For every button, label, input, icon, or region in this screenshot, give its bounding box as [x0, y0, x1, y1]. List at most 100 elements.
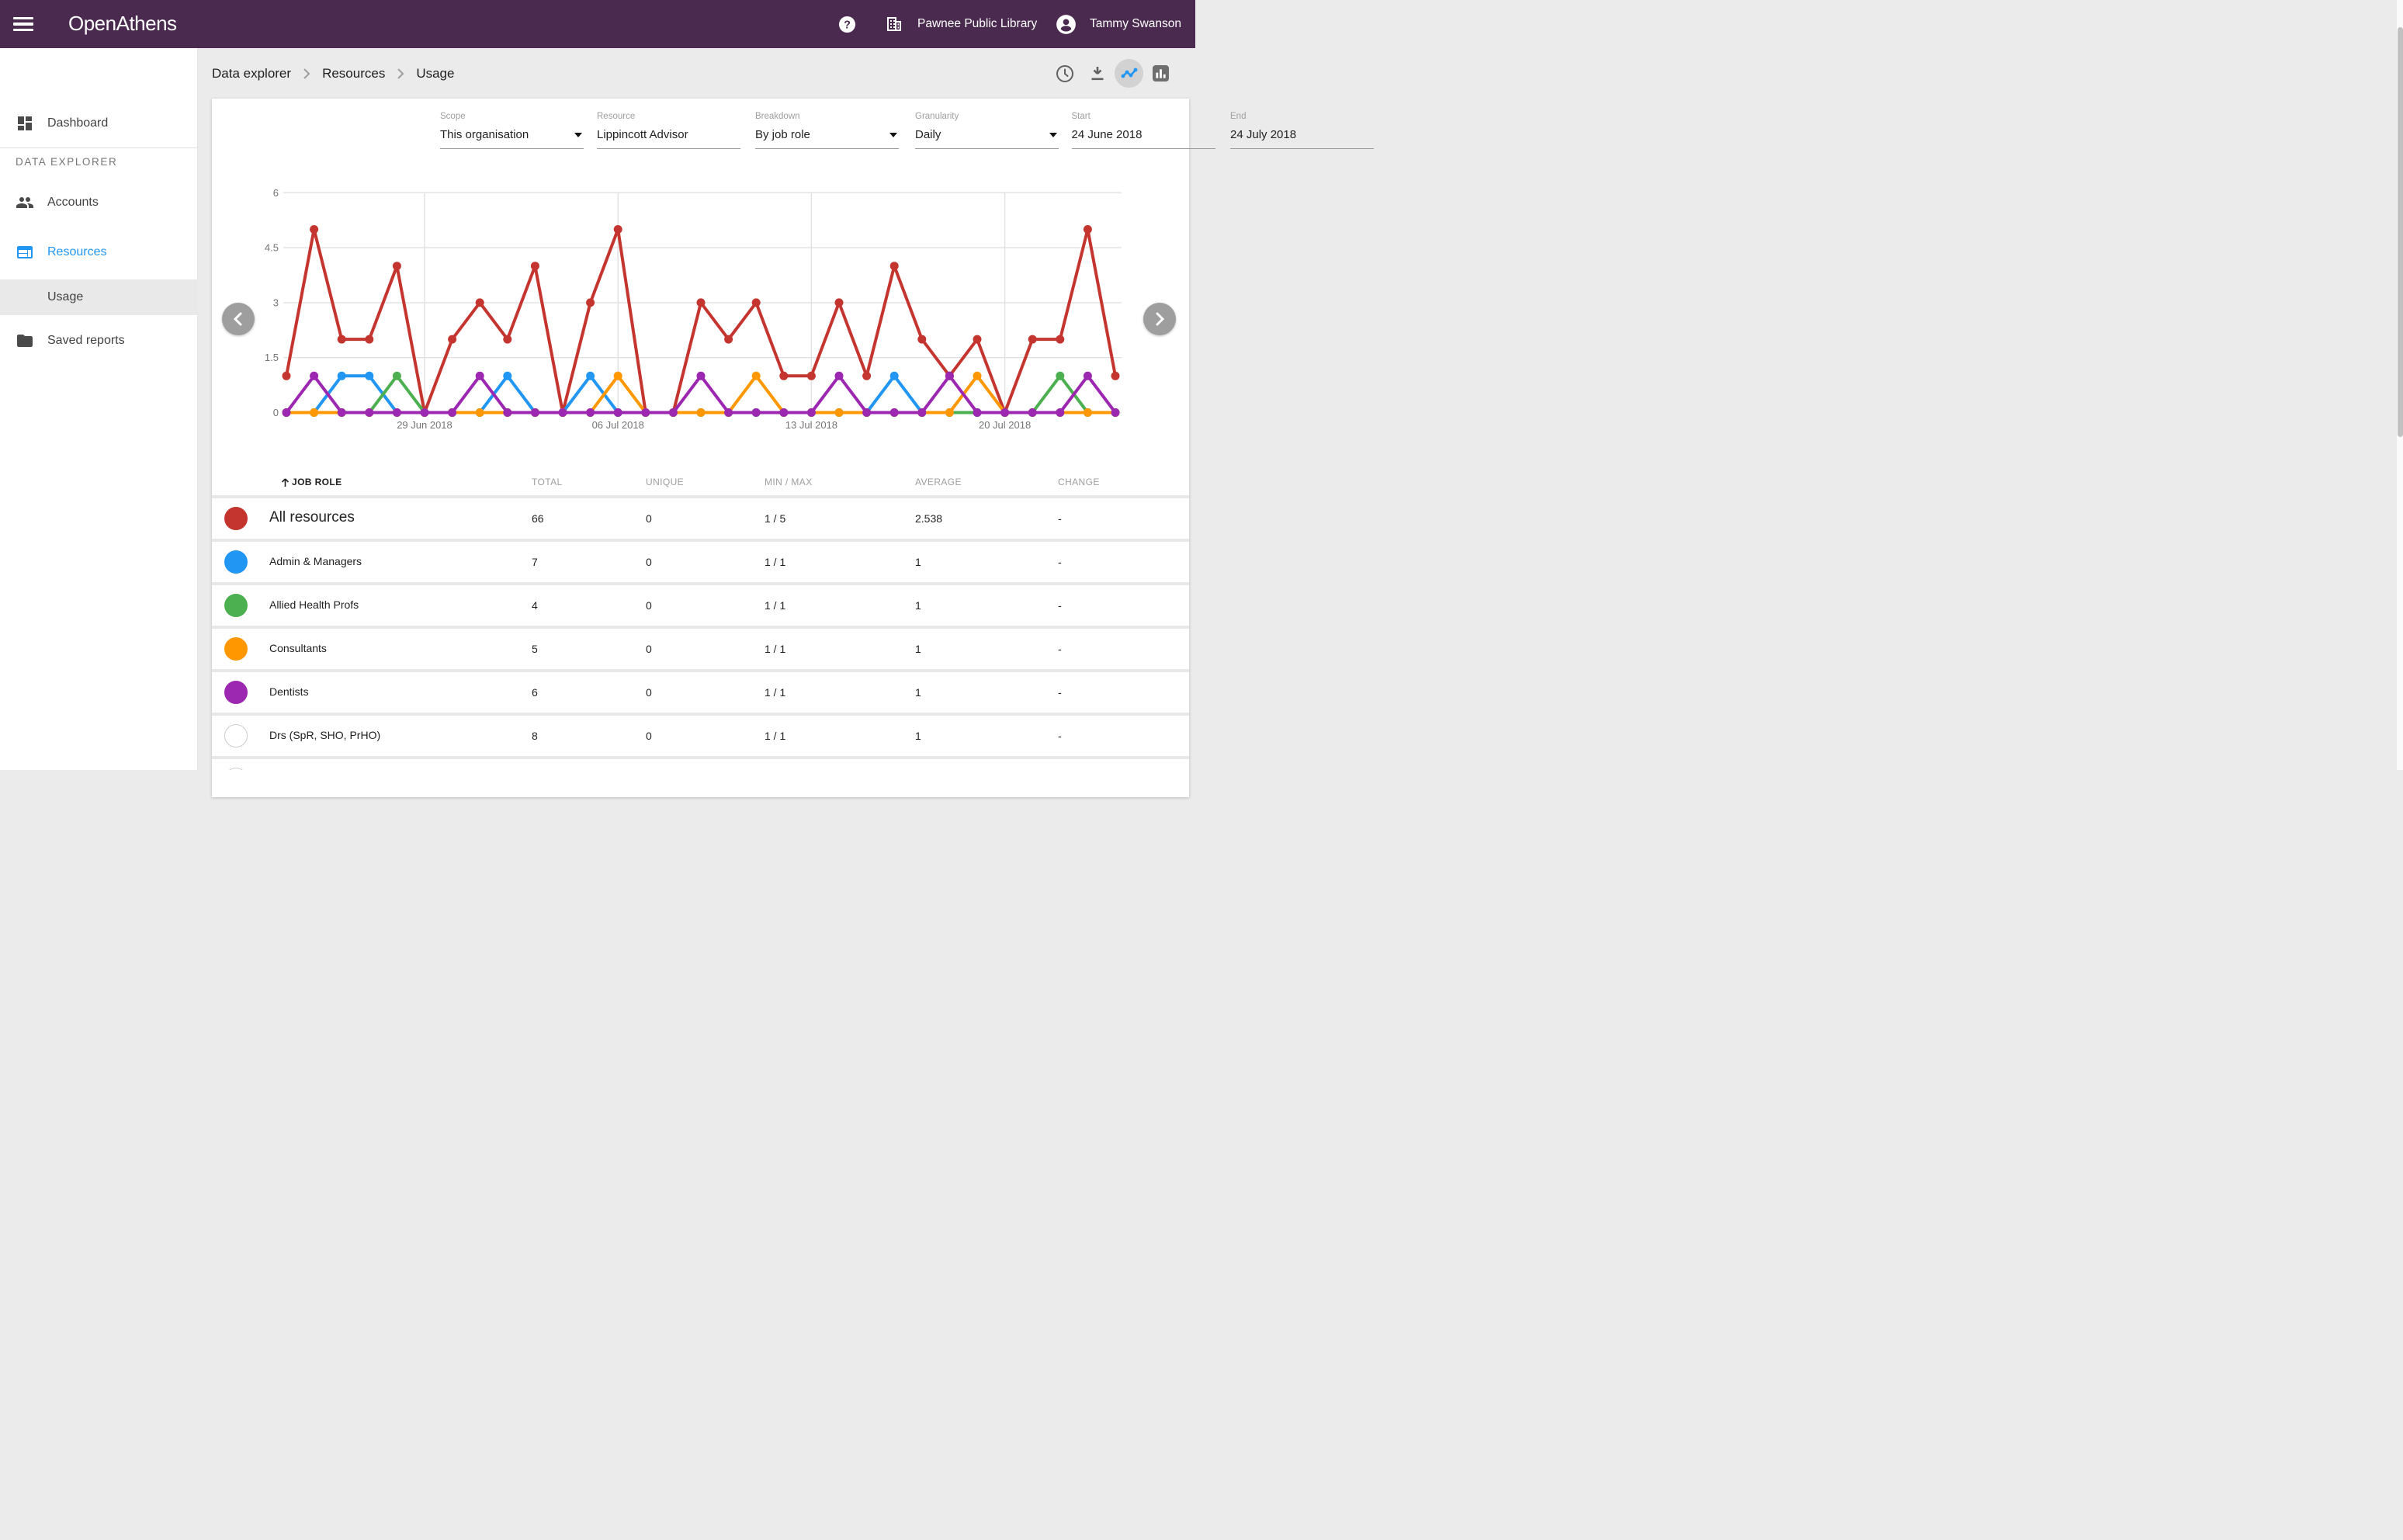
- chart-point-series-4[interactable]: [503, 408, 511, 417]
- column-header-change[interactable]: CHANGE: [1058, 477, 1100, 487]
- sidebar-item-dashboard[interactable]: Dashboard: [0, 106, 198, 141]
- chart-point-series-0[interactable]: [1028, 335, 1037, 344]
- chart-point-series-4[interactable]: [421, 408, 429, 417]
- chart-point-series-0[interactable]: [917, 335, 926, 344]
- chart-point-series-0[interactable]: [476, 298, 484, 307]
- table-row[interactable]: Allied Health Profs401 / 11-: [212, 585, 1189, 626]
- chart-point-series-4[interactable]: [917, 408, 926, 417]
- chart-point-series-3[interactable]: [945, 408, 954, 417]
- chart-point-series-0[interactable]: [724, 335, 733, 344]
- table-row[interactable]: All resources6601 / 52.538-: [212, 498, 1189, 539]
- chart-point-series-4[interactable]: [945, 372, 954, 380]
- chart-point-series-4[interactable]: [310, 372, 318, 380]
- chart-point-series-4[interactable]: [338, 408, 346, 417]
- chart-point-series-4[interactable]: [1084, 372, 1092, 380]
- chart-point-series-4[interactable]: [283, 408, 291, 417]
- chart-point-series-0[interactable]: [614, 225, 622, 234]
- chart-point-series-4[interactable]: [641, 408, 650, 417]
- chart-point-series-0[interactable]: [807, 372, 816, 380]
- help-button[interactable]: ?: [838, 0, 856, 48]
- chart-point-series-0[interactable]: [779, 372, 788, 380]
- table-row[interactable]: Drs (SpR, SHO, PrHO)801 / 11-: [212, 716, 1189, 756]
- chart-point-series-4[interactable]: [1000, 408, 1009, 417]
- chart-point-series-4[interactable]: [365, 408, 373, 417]
- chart-point-series-0[interactable]: [283, 372, 291, 380]
- column-header-min-max[interactable]: MIN / MAX: [765, 477, 813, 487]
- column-header-unique[interactable]: UNIQUE: [646, 477, 684, 487]
- chart-point-series-3[interactable]: [476, 408, 484, 417]
- breadcrumb-resources[interactable]: Resources: [322, 66, 385, 82]
- chart-point-series-4[interactable]: [752, 408, 761, 417]
- history-button[interactable]: [1056, 48, 1074, 99]
- chart-point-series-4[interactable]: [476, 372, 484, 380]
- chart-prev-button[interactable]: [222, 303, 255, 335]
- user-name[interactable]: Tammy Swanson: [1090, 0, 1181, 48]
- menu-icon[interactable]: [13, 17, 33, 31]
- chart-point-series-0[interactable]: [1111, 372, 1120, 380]
- sidebar-item-resources[interactable]: Resources: [0, 234, 198, 270]
- table-row[interactable]: Admin & Managers701 / 11-: [212, 542, 1189, 582]
- column-header-average[interactable]: AVERAGE: [915, 477, 962, 487]
- chart-point-series-3[interactable]: [1084, 408, 1092, 417]
- end-date-input[interactable]: 24 July 2018: [1230, 128, 1374, 149]
- chart-point-series-4[interactable]: [779, 408, 788, 417]
- chart-point-series-4[interactable]: [1111, 408, 1120, 417]
- chart-point-series-3[interactable]: [835, 408, 844, 417]
- chart-point-series-3[interactable]: [973, 372, 982, 380]
- chart-point-series-1[interactable]: [586, 372, 595, 380]
- chart-point-series-4[interactable]: [697, 372, 706, 380]
- bar-chart-view-button[interactable]: [1153, 48, 1169, 99]
- chart-point-series-3[interactable]: [752, 372, 761, 380]
- organisation-name[interactable]: Pawnee Public Library: [917, 0, 1037, 48]
- chart-point-series-4[interactable]: [1056, 408, 1064, 417]
- chart-point-series-4[interactable]: [890, 408, 899, 417]
- chart-point-series-0[interactable]: [1056, 335, 1064, 344]
- table-row[interactable]: Dentists601 / 11-: [212, 672, 1189, 713]
- sidebar-item-usage[interactable]: Usage: [0, 279, 198, 315]
- chart-point-series-4[interactable]: [973, 408, 982, 417]
- table-row[interactable]: Consultants501 / 11-: [212, 629, 1189, 669]
- sidebar-item-saved-reports[interactable]: Saved reports: [0, 323, 198, 359]
- breadcrumb-usage[interactable]: Usage: [416, 66, 454, 82]
- chart-point-series-0[interactable]: [1084, 225, 1092, 234]
- chart-point-series-1[interactable]: [338, 372, 346, 380]
- chart-point-series-3[interactable]: [310, 408, 318, 417]
- line-chart-view-button[interactable]: [1115, 48, 1143, 99]
- chart-point-series-0[interactable]: [835, 298, 844, 307]
- chart-point-series-0[interactable]: [365, 335, 373, 344]
- chart-point-series-2[interactable]: [1056, 372, 1064, 380]
- usage-line-chart[interactable]: 01.534.5629 Jun 201806 Jul 201813 Jul 20…: [212, 179, 1189, 446]
- chart-point-series-4[interactable]: [862, 408, 871, 417]
- download-button[interactable]: [1088, 48, 1107, 99]
- chart-point-series-1[interactable]: [503, 372, 511, 380]
- chart-point-series-4[interactable]: [724, 408, 733, 417]
- chart-next-button[interactable]: [1143, 303, 1176, 335]
- chart-point-series-0[interactable]: [586, 298, 595, 307]
- chart-point-series-0[interactable]: [862, 372, 871, 380]
- granularity-select[interactable]: Daily: [915, 128, 1059, 149]
- chart-point-series-4[interactable]: [1028, 408, 1037, 417]
- chart-point-series-2[interactable]: [393, 372, 401, 380]
- chart-point-series-0[interactable]: [531, 262, 539, 270]
- chart-point-series-0[interactable]: [697, 298, 706, 307]
- user-menu[interactable]: [1056, 0, 1077, 48]
- chart-point-series-4[interactable]: [393, 408, 401, 417]
- resource-input[interactable]: Lippincott Advisor: [597, 128, 740, 149]
- start-date-input[interactable]: 24 June 2018: [1072, 128, 1215, 149]
- chart-point-series-4[interactable]: [559, 408, 567, 417]
- column-header-job-role[interactable]: JOB ROLE: [281, 477, 342, 487]
- chart-point-series-3[interactable]: [697, 408, 706, 417]
- chart-point-series-3[interactable]: [614, 372, 622, 380]
- page-scrollbar[interactable]: [2397, 0, 2403, 770]
- breadcrumb-data-explorer[interactable]: Data explorer: [212, 66, 291, 82]
- chart-point-series-4[interactable]: [835, 372, 844, 380]
- chart-point-series-4[interactable]: [669, 408, 678, 417]
- chart-point-series-0[interactable]: [310, 225, 318, 234]
- chart-point-series-4[interactable]: [531, 408, 539, 417]
- chart-point-series-1[interactable]: [365, 372, 373, 380]
- chart-point-series-0[interactable]: [890, 262, 899, 270]
- chart-point-series-0[interactable]: [973, 335, 982, 344]
- chart-point-series-4[interactable]: [586, 408, 595, 417]
- chart-point-series-0[interactable]: [503, 335, 511, 344]
- scope-select[interactable]: This organisation: [440, 128, 584, 149]
